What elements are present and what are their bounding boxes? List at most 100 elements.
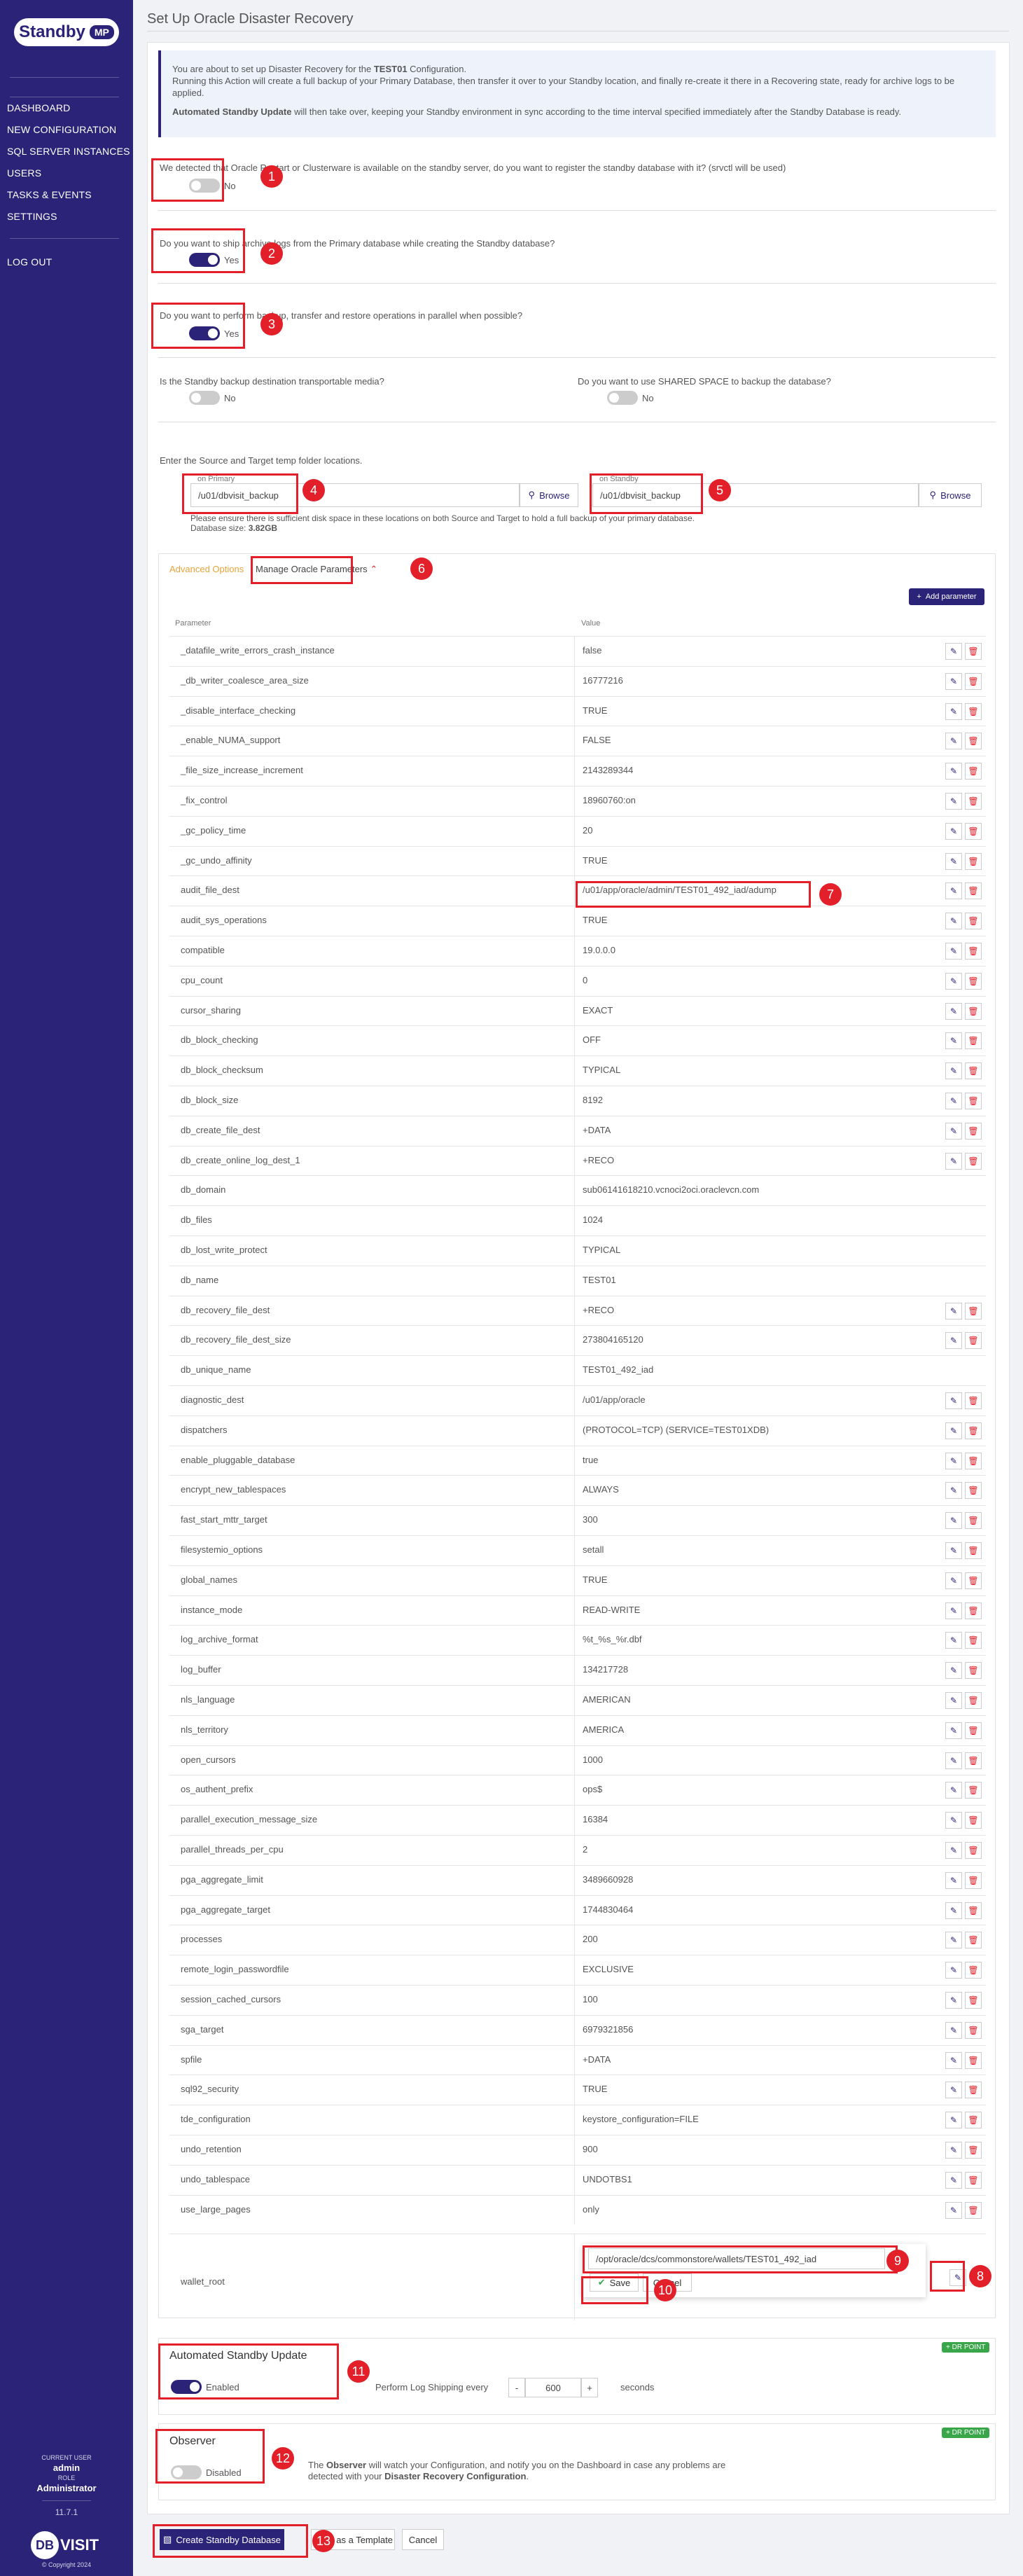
edit-pencil-icon[interactable]: ✎ xyxy=(945,1962,962,1979)
delete-trash-icon[interactable]: 🗑 xyxy=(965,1752,982,1769)
edit-pencil-icon[interactable]: ✎ xyxy=(945,2112,962,2129)
delete-trash-icon[interactable]: 🗑 xyxy=(965,913,982,930)
edit-pencil-icon[interactable]: ✎ xyxy=(945,2171,962,2189)
edit-pencil-icon[interactable]: ✎ xyxy=(945,943,962,960)
delete-trash-icon[interactable]: 🗑 xyxy=(965,1992,982,2009)
cancel-button[interactable]: Cancel xyxy=(402,2529,444,2550)
delete-trash-icon[interactable]: 🗑 xyxy=(965,943,982,960)
edit-pencil-icon[interactable]: ✎ xyxy=(945,1602,962,1619)
edit-pencil-icon[interactable]: ✎ xyxy=(945,1632,962,1649)
edit-pencil-icon[interactable]: ✎ xyxy=(945,702,962,720)
edit-pencil-icon[interactable]: ✎ xyxy=(945,1093,962,1109)
delete-trash-icon[interactable]: 🗑 xyxy=(965,1871,982,1889)
interval-decrement-button[interactable]: - xyxy=(508,2378,525,2397)
shared-space-toggle[interactable] xyxy=(607,391,638,405)
edit-pencil-icon[interactable]: ✎ xyxy=(945,1662,962,1680)
delete-trash-icon[interactable]: 🗑 xyxy=(965,1302,982,1320)
delete-trash-icon[interactable]: 🗑 xyxy=(965,1512,982,1530)
edit-pencil-icon[interactable]: ✎ xyxy=(945,1752,962,1769)
edit-pencil-icon[interactable]: ✎ xyxy=(945,852,962,870)
edit-pencil-icon[interactable]: ✎ xyxy=(945,1482,962,1500)
edit-pencil-icon[interactable]: ✎ xyxy=(945,2051,962,2069)
delete-trash-icon[interactable]: 🗑 xyxy=(965,972,982,990)
add-parameter-button[interactable]: + Add parameter xyxy=(909,588,984,605)
delete-trash-icon[interactable]: 🗑 xyxy=(965,1392,982,1409)
transportable-media-toggle[interactable] xyxy=(189,391,220,405)
nav-tasks-events[interactable]: TASKS & EVENTS xyxy=(7,189,92,200)
delete-trash-icon[interactable]: 🗑 xyxy=(965,1062,982,1080)
nav-users[interactable]: USERS xyxy=(7,167,41,179)
edit-pencil-icon[interactable]: ✎ xyxy=(945,1932,962,1949)
primary-browse-button[interactable]: ⚲ Browse xyxy=(520,483,578,507)
edit-pencil-icon[interactable]: ✎ xyxy=(945,822,962,840)
delete-trash-icon[interactable]: 🗑 xyxy=(965,2142,982,2159)
edit-pencil-icon[interactable]: ✎ xyxy=(945,643,962,660)
delete-trash-icon[interactable]: 🗑 xyxy=(965,2112,982,2129)
edit-pencil-icon[interactable]: ✎ xyxy=(945,1871,962,1889)
tab-advanced-options[interactable]: Advanced Options xyxy=(169,564,244,574)
interval-increment-button[interactable]: + xyxy=(581,2378,598,2397)
delete-trash-icon[interactable]: 🗑 xyxy=(965,1572,982,1589)
edit-pencil-icon[interactable]: ✎ xyxy=(945,2201,962,2219)
delete-trash-icon[interactable]: 🗑 xyxy=(965,1332,982,1350)
interval-input[interactable]: 600 xyxy=(525,2378,581,2397)
nav-dashboard[interactable]: DASHBOARD xyxy=(7,102,70,113)
delete-trash-icon[interactable]: 🗑 xyxy=(965,672,982,690)
delete-trash-icon[interactable]: 🗑 xyxy=(965,2021,982,2039)
delete-trash-icon[interactable]: 🗑 xyxy=(965,1002,982,1020)
delete-trash-icon[interactable]: 🗑 xyxy=(965,1782,982,1799)
delete-trash-icon[interactable]: 🗑 xyxy=(965,793,982,810)
delete-trash-icon[interactable]: 🗑 xyxy=(965,1632,982,1649)
edit-pencil-icon[interactable]: ✎ xyxy=(945,733,962,750)
edit-pencil-icon[interactable]: ✎ xyxy=(945,1332,962,1350)
delete-trash-icon[interactable]: 🗑 xyxy=(965,1602,982,1619)
delete-trash-icon[interactable]: 🗑 xyxy=(965,1542,982,1559)
edit-pencil-icon[interactable]: ✎ xyxy=(945,1032,962,1050)
delete-trash-icon[interactable]: 🗑 xyxy=(965,733,982,750)
edit-pencil-icon[interactable]: ✎ xyxy=(945,1122,962,1140)
edit-pencil-icon[interactable]: ✎ xyxy=(945,1512,962,1530)
edit-pencil-icon[interactable]: ✎ xyxy=(945,1572,962,1589)
delete-trash-icon[interactable]: 🗑 xyxy=(965,702,982,720)
delete-trash-icon[interactable]: 🗑 xyxy=(965,852,982,870)
delete-trash-icon[interactable]: 🗑 xyxy=(965,1962,982,1979)
edit-pencil-icon[interactable]: ✎ xyxy=(945,1002,962,1020)
standby-mp-logo[interactable]: Standby MP xyxy=(14,18,119,46)
edit-pencil-icon[interactable]: ✎ xyxy=(945,1392,962,1409)
edit-pencil-icon[interactable]: ✎ xyxy=(945,1812,962,1829)
nav-sql-server-instances[interactable]: SQL SERVER INSTANCES xyxy=(7,146,130,157)
delete-trash-icon[interactable]: 🗑 xyxy=(965,1032,982,1050)
edit-pencil-icon[interactable]: ✎ xyxy=(945,2142,962,2159)
delete-trash-icon[interactable]: 🗑 xyxy=(965,643,982,660)
nav-new-configuration[interactable]: NEW CONFIGURATION xyxy=(7,124,116,135)
delete-trash-icon[interactable]: 🗑 xyxy=(965,1482,982,1500)
edit-pencil-icon[interactable]: ✎ xyxy=(945,1422,962,1439)
delete-trash-icon[interactable]: 🗑 xyxy=(965,882,982,900)
edit-pencil-icon[interactable]: ✎ xyxy=(945,913,962,930)
delete-trash-icon[interactable]: 🗑 xyxy=(965,763,982,780)
edit-pencil-icon[interactable]: ✎ xyxy=(945,2082,962,2099)
delete-trash-icon[interactable]: 🗑 xyxy=(965,2051,982,2069)
edit-pencil-icon[interactable]: ✎ xyxy=(945,1302,962,1320)
delete-trash-icon[interactable]: 🗑 xyxy=(965,1093,982,1109)
edit-pencil-icon[interactable]: ✎ xyxy=(945,1842,962,1859)
delete-trash-icon[interactable]: 🗑 xyxy=(965,1662,982,1680)
edit-pencil-icon[interactable]: ✎ xyxy=(945,1692,962,1709)
edit-pencil-icon[interactable]: ✎ xyxy=(945,1992,962,2009)
delete-trash-icon[interactable]: 🗑 xyxy=(965,1932,982,1949)
edit-pencil-icon[interactable]: ✎ xyxy=(945,793,962,810)
delete-trash-icon[interactable]: 🗑 xyxy=(965,2171,982,2189)
edit-pencil-icon[interactable]: ✎ xyxy=(945,672,962,690)
edit-pencil-icon[interactable]: ✎ xyxy=(945,1722,962,1739)
edit-pencil-icon[interactable]: ✎ xyxy=(945,1902,962,1919)
edit-pencil-icon[interactable]: ✎ xyxy=(945,1782,962,1799)
delete-trash-icon[interactable]: 🗑 xyxy=(965,1122,982,1140)
delete-trash-icon[interactable]: 🗑 xyxy=(965,1422,982,1439)
delete-trash-icon[interactable]: 🗑 xyxy=(965,1902,982,1919)
edit-pencil-icon[interactable]: ✎ xyxy=(945,882,962,900)
delete-trash-icon[interactable]: 🗑 xyxy=(965,1692,982,1709)
delete-trash-icon[interactable]: 🗑 xyxy=(965,1722,982,1739)
delete-trash-icon[interactable]: 🗑 xyxy=(965,2082,982,2099)
nav-settings[interactable]: SETTINGS xyxy=(7,211,57,222)
edit-pencil-icon[interactable]: ✎ xyxy=(945,763,962,780)
